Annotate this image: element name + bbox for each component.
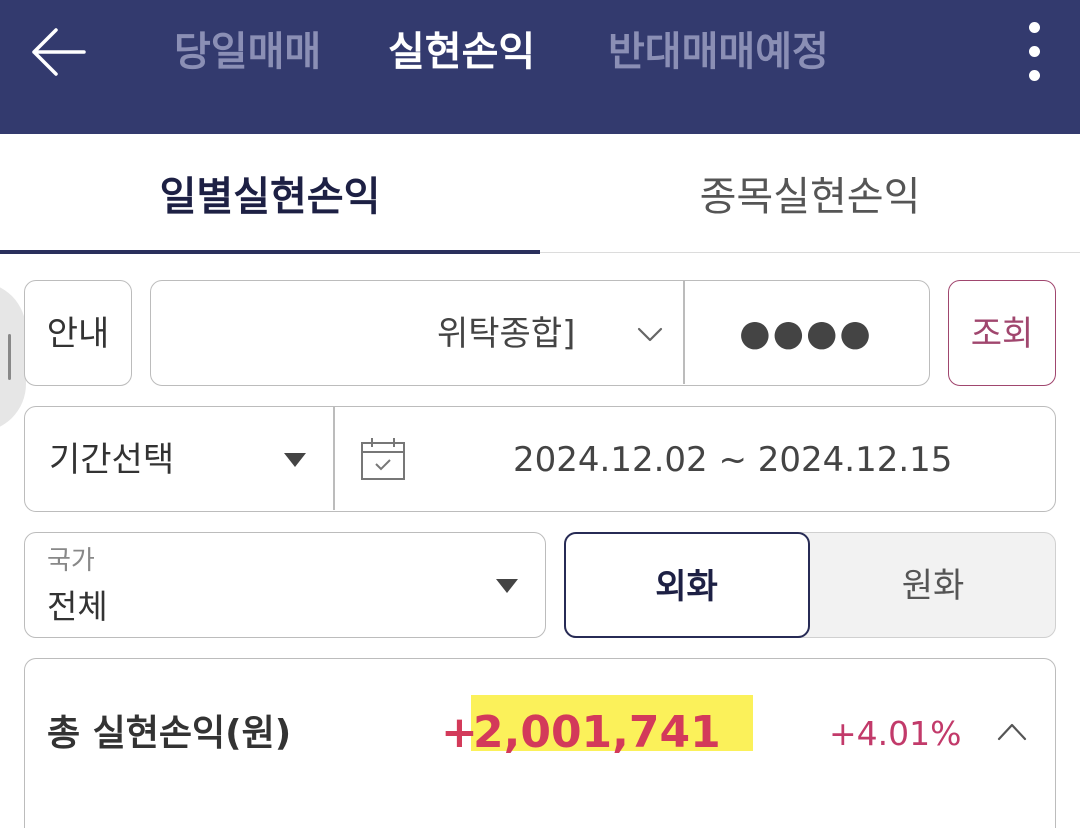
country-selector[interactable]: 국가 전체 [24, 532, 546, 638]
tab-stock-realized-pnl[interactable]: 종목실현손익 [540, 172, 1080, 222]
period-selector: 기간선택 2024.12.02 ~ 2024.12.15 [24, 406, 1056, 512]
search-button[interactable]: 조회 [948, 280, 1056, 386]
side-drawer-handle[interactable] [0, 282, 26, 432]
country-label: 국가 [47, 546, 95, 576]
chevron-down-icon [637, 327, 663, 342]
dropdown-triangle-icon[interactable] [283, 451, 307, 469]
back-arrow-icon[interactable] [26, 22, 90, 82]
krw-option[interactable]: 원화 [811, 533, 1055, 636]
chevron-up-icon[interactable] [995, 719, 1029, 743]
calendar-icon[interactable] [359, 435, 407, 483]
dropdown-triangle-icon [496, 579, 518, 593]
tab-realized-pnl[interactable]: 실현손익 [388, 24, 535, 80]
guide-button-label: 안내 [46, 314, 110, 354]
total-pnl-label: 총 실현손익(원) [47, 713, 292, 754]
foreign-currency-option[interactable]: 외화 [563, 531, 810, 638]
krw-label: 원화 [901, 566, 965, 606]
date-range[interactable]: 2024.12.02 ~ 2024.12.15 [513, 435, 952, 485]
total-realized-pnl-card: 총 실현손익(원) + 2,001,741 +4.01% [24, 658, 1056, 828]
tab-daily-realized-pnl[interactable]: 일별실현손익 [0, 172, 540, 222]
foreign-currency-label: 외화 [655, 566, 718, 607]
tab-day-trading[interactable]: 당일매매 [174, 24, 321, 80]
tab-forced-liquidation[interactable]: 반대매매예정 [608, 24, 829, 80]
account-selector[interactable]: 위탁종합] ●●●● [150, 280, 930, 386]
account-name: 위탁종합] [437, 314, 576, 354]
total-pnl-amount: 2,001,741 [473, 707, 721, 758]
divider [683, 281, 685, 384]
divider [333, 407, 335, 510]
top-app-bar: 당일매매 실현손익 반대매매예정 [0, 0, 1080, 134]
period-select-label[interactable]: 기간선택 [49, 435, 174, 485]
sub-tab-bar: 일별실현손익 종목실현손익 [0, 134, 1080, 254]
total-pnl-rate: +4.01% [829, 714, 962, 753]
guide-button[interactable]: 안내 [24, 280, 132, 386]
active-tab-indicator [0, 250, 540, 254]
more-vert-icon[interactable] [1018, 16, 1052, 88]
password-field[interactable]: ●●●● [711, 309, 901, 359]
currency-toggle: 외화 원화 [563, 531, 1056, 638]
search-button-label: 조회 [970, 314, 1034, 354]
country-value: 전체 [47, 587, 108, 626]
